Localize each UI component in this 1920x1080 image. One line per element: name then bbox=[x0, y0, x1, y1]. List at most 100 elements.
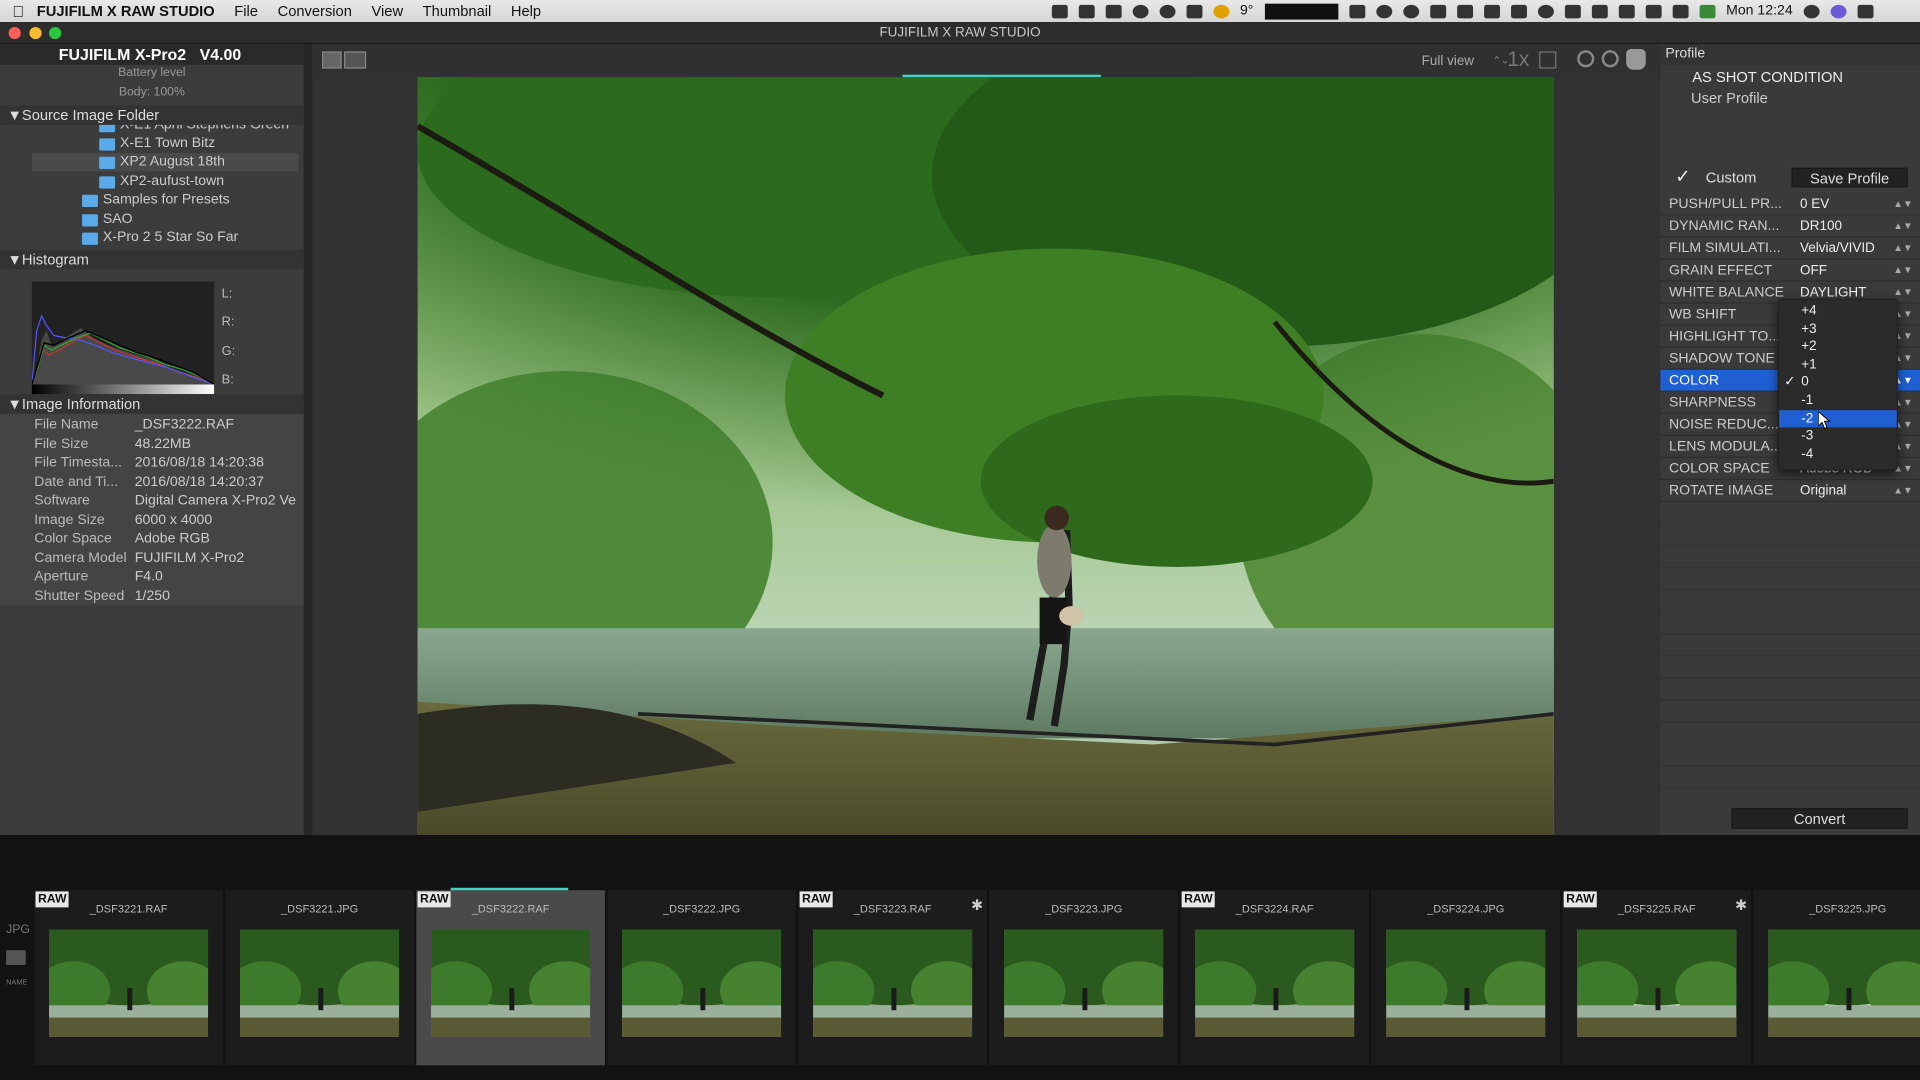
calendar-icon[interactable] bbox=[1618, 4, 1635, 18]
dropdown-option-checked[interactable]: ✓ 0 bbox=[1779, 373, 1897, 390]
dropdown-option[interactable]: +2 bbox=[1779, 338, 1897, 355]
nodes-icon[interactable] bbox=[1429, 4, 1446, 18]
info-key: Camera Model bbox=[34, 551, 127, 566]
save-profile-button[interactable]: Save Profile bbox=[1791, 167, 1908, 188]
custom-label: Custom bbox=[1705, 168, 1757, 187]
info-icon[interactable] bbox=[1159, 4, 1176, 18]
param-label: WHITE BALANCE bbox=[1668, 285, 1785, 301]
param-rotate-image[interactable]: ROTATE IMAGE Original ▲▼ bbox=[1660, 480, 1920, 503]
folder-item[interactable]: XP2-aufust-town bbox=[99, 173, 224, 191]
zoom-1x-button[interactable]: 1x bbox=[1507, 48, 1529, 72]
source-folder-header[interactable]: ▼Source Image Folder bbox=[0, 105, 304, 125]
filmstrip-thumb[interactable]: _DSF3222.JPG bbox=[607, 890, 796, 1066]
dropdown-option[interactable]: -4 bbox=[1779, 446, 1897, 463]
folder-item[interactable]: X-Pro 2 5 Star So Far bbox=[82, 229, 238, 247]
image-info-header[interactable]: ▼Image Information bbox=[0, 394, 304, 414]
screen-icon[interactable] bbox=[1456, 4, 1473, 18]
eye-icon[interactable] bbox=[1402, 4, 1419, 18]
stepper-arrows-icon[interactable]: ▲▼ bbox=[1893, 193, 1912, 215]
menu-help[interactable]: Help bbox=[501, 0, 551, 22]
zoom-window-button[interactable] bbox=[48, 26, 62, 40]
menu-thumbnail[interactable]: Thumbnail bbox=[413, 0, 501, 22]
image-info-table: File Name _DSF3222.RAF File Size 48.22MB F… bbox=[0, 413, 304, 605]
dropdown-option-highlighted[interactable]: -2 bbox=[1779, 410, 1897, 428]
wifi-icon[interactable] bbox=[1591, 4, 1608, 18]
battery-meter-icon[interactable] bbox=[1348, 4, 1365, 18]
preview-image[interactable] bbox=[417, 77, 1554, 836]
search-circle-icon[interactable] bbox=[1537, 4, 1554, 18]
airdrop-icon[interactable] bbox=[1672, 4, 1689, 18]
menu-app-name[interactable]: FUJIFILM X RAW STUDIO bbox=[37, 0, 225, 22]
before-after-view-icon[interactable] bbox=[344, 51, 367, 69]
param-push-pull[interactable]: PUSH/PULL PR... 0 EV ▲▼ bbox=[1660, 193, 1920, 216]
histogram-header[interactable]: ▼Histogram bbox=[0, 249, 304, 270]
dropdown-option[interactable]: -3 bbox=[1779, 427, 1897, 444]
hand-tool-icon[interactable] bbox=[1626, 48, 1646, 70]
param-value: Velvia/VIVID bbox=[1800, 241, 1875, 256]
notification-center-icon[interactable] bbox=[1857, 4, 1874, 18]
info-key: Color Space bbox=[34, 531, 112, 547]
thumb-filename: _DSF3224.RAF bbox=[1235, 902, 1314, 915]
cloud-sync-icon[interactable] bbox=[1186, 4, 1203, 18]
apple-icon[interactable]:  bbox=[0, 2, 37, 20]
folder-item[interactable]: X-E1 Town Bitz bbox=[99, 135, 215, 153]
param-grain-effect[interactable]: GRAIN EFFECT OFF ▲▼ bbox=[1660, 260, 1920, 282]
stepper-arrows-icon[interactable]: ▲▼ bbox=[1893, 260, 1912, 282]
preview-photo bbox=[417, 77, 1554, 836]
zoom-in-icon[interactable] bbox=[1577, 50, 1595, 68]
stepper-arrows-icon[interactable]: ▲▼ bbox=[1893, 480, 1912, 502]
filmstrip-thumb[interactable]: RAW _DSF3223.RAF ✱ bbox=[798, 890, 987, 1066]
name-sort-label[interactable]: NAME bbox=[6, 980, 27, 987]
dropbox-icon[interactable] bbox=[1078, 4, 1095, 18]
dropdown-option[interactable]: +1 bbox=[1779, 356, 1897, 373]
single-view-icon[interactable] bbox=[322, 51, 342, 69]
zoom-out-icon[interactable] bbox=[1601, 50, 1619, 68]
filmstrip-thumb[interactable]: _DSF3224.JPG bbox=[1371, 890, 1561, 1066]
filmstrip-thumb[interactable]: _DSF3225.JPG bbox=[1753, 890, 1920, 1066]
stepper-arrows-icon[interactable]: ▲▼ bbox=[1893, 216, 1912, 238]
arrow-icon[interactable] bbox=[1483, 4, 1500, 18]
filmstrip-thumb[interactable]: RAW _DSF3221.RAF bbox=[34, 890, 223, 1066]
info-key: Shutter Speed bbox=[34, 588, 125, 604]
dropdown-option[interactable]: +3 bbox=[1779, 321, 1897, 338]
menu-conversion[interactable]: Conversion bbox=[268, 0, 362, 22]
filmstrip-thumb[interactable]: _DSF3223.JPG bbox=[989, 890, 1178, 1066]
folder-item[interactable]: SAO bbox=[82, 211, 133, 229]
info-key: Image Size bbox=[34, 513, 105, 528]
param-film-simulation[interactable]: FILM SIMULATI... Velvia/VIVID ▲▼ bbox=[1660, 238, 1920, 260]
convert-button[interactable]: Convert bbox=[1731, 808, 1908, 829]
menu-file[interactable]: File bbox=[225, 0, 268, 22]
folder-item-selected[interactable]: XP2 August 18th bbox=[99, 153, 225, 171]
as-shot-condition[interactable]: AS SHOT CONDITION bbox=[1692, 69, 1843, 86]
dropdown-option[interactable]: +4 bbox=[1779, 302, 1897, 319]
siri-icon[interactable] bbox=[1830, 4, 1847, 18]
menu-view[interactable]: View bbox=[362, 0, 413, 22]
dropdown-option[interactable]: -1 bbox=[1779, 392, 1897, 409]
bluetooth-icon[interactable] bbox=[1645, 4, 1662, 18]
close-window-button[interactable] bbox=[8, 26, 21, 40]
flag-icon[interactable] bbox=[1699, 4, 1716, 18]
box-icon[interactable] bbox=[1105, 4, 1122, 18]
chat-icon[interactable] bbox=[1510, 4, 1527, 18]
contrast-icon[interactable] bbox=[1375, 4, 1392, 18]
param-dynamic-range[interactable]: DYNAMIC RAN... DR100 ▲▼ bbox=[1660, 216, 1920, 238]
filmstrip-thumb[interactable]: _DSF3221.JPG bbox=[225, 890, 414, 1066]
volume-icon[interactable] bbox=[1564, 4, 1581, 18]
spotlight-icon[interactable] bbox=[1803, 4, 1820, 18]
camera-icon[interactable] bbox=[1051, 4, 1068, 18]
filmstrip-thumb[interactable]: RAW _DSF3222.RAF bbox=[416, 890, 605, 1066]
minimize-window-button[interactable] bbox=[29, 26, 42, 40]
user-profile[interactable]: User Profile bbox=[1691, 89, 1768, 106]
weather-icon[interactable] bbox=[1213, 4, 1229, 18]
folder-item[interactable]: Samples for Presets bbox=[82, 191, 230, 209]
folder-item[interactable]: X-E1 April Stephens Green bbox=[99, 124, 289, 135]
filmstrip-thumb[interactable]: RAW _DSF3224.RAF bbox=[1180, 890, 1369, 1066]
histogram-graph bbox=[31, 314, 215, 395]
view-mode-select[interactable]: Full view bbox=[1422, 54, 1474, 69]
upload-icon[interactable] bbox=[1132, 4, 1149, 18]
filmstrip-thumb[interactable]: RAW _DSF3225.RAF ✱ bbox=[1562, 890, 1752, 1066]
camera-filter-icon[interactable] bbox=[6, 950, 26, 965]
fit-screen-icon[interactable] bbox=[1539, 51, 1557, 69]
jpg-filter-label[interactable]: JPG bbox=[6, 923, 30, 936]
stepper-arrows-icon[interactable]: ▲▼ bbox=[1893, 238, 1912, 260]
